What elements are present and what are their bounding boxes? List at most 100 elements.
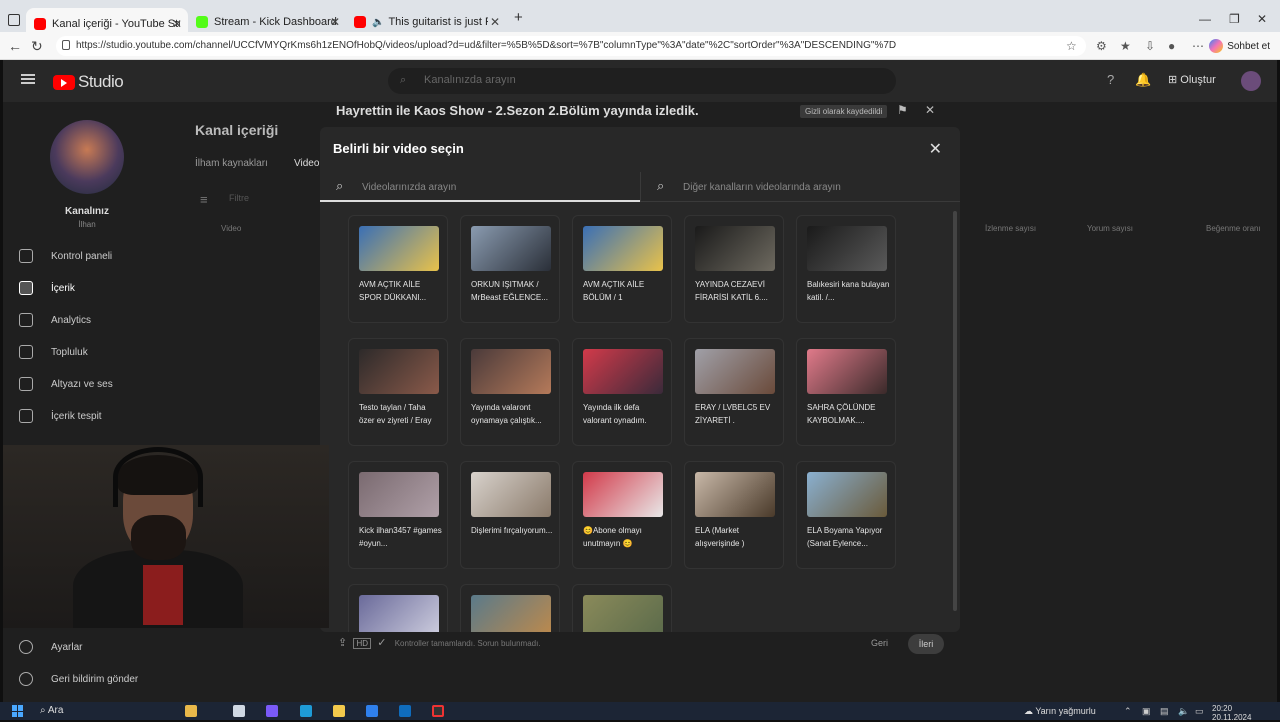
- video-thumbnail: [583, 472, 663, 517]
- copilot-app-icon[interactable]: [266, 705, 278, 717]
- video-card[interactable]: Yayında valaront oynamaya çalıştık...: [460, 338, 560, 446]
- window-menu-icon[interactable]: [8, 14, 20, 26]
- sidebar-item-analytics[interactable]: Analytics: [19, 310, 91, 330]
- speaker-icon[interactable]: 🔈: [372, 17, 384, 28]
- video-card[interactable]: SAHRA ÇÖLÜNDE KAYBOLMAK....: [796, 338, 896, 446]
- refresh-icon[interactable]: ↻: [31, 38, 43, 55]
- video-card[interactable]: AVM AÇTIK AİLE BÖLÜM / 1: [572, 215, 672, 323]
- sidebar-item-settings[interactable]: Ayarlar: [19, 640, 83, 654]
- video-title: ELA (Market alışverişinde ): [695, 526, 745, 548]
- video-card[interactable]: Dişlerimi fırçalıyorum...: [460, 461, 560, 569]
- video-thumbnail: [583, 226, 663, 271]
- video-card[interactable]: Balıkesiri kana bulayan katil. /...: [796, 215, 896, 323]
- file-explorer-icon[interactable]: [333, 705, 345, 717]
- video-card[interactable]: AVM AÇTIK AİLE SPOR DÜKKANI...: [348, 215, 448, 323]
- notifications-icon[interactable]: 🔔: [1135, 72, 1151, 88]
- webcam-overlay: [3, 445, 329, 628]
- tab-video[interactable]: Video: [294, 158, 319, 169]
- obs-app-icon[interactable]: [432, 705, 444, 717]
- video-thumbnail: [695, 349, 775, 394]
- menu-icon[interactable]: [21, 74, 35, 84]
- tray-app-icon[interactable]: ▣: [1142, 706, 1151, 717]
- video-card[interactable]: [572, 584, 672, 632]
- filter-icon[interactable]: ≡: [200, 192, 208, 207]
- close-tab-icon[interactable]: ✕: [490, 15, 500, 29]
- search-icon: ⌕: [657, 178, 665, 193]
- sidebar-item-copyright[interactable]: İçerik tespit: [19, 406, 102, 426]
- close-tab-icon[interactable]: ✕: [330, 15, 340, 29]
- studio-logo[interactable]: Studio: [53, 72, 124, 92]
- video-card[interactable]: ELA (Market alışverişinde ): [684, 461, 784, 569]
- sidebar-item-subtitles[interactable]: Altyazı ve ses: [19, 374, 113, 394]
- profile-icon[interactable]: ●: [1168, 39, 1175, 53]
- video-title: Testo taylan / Taha özer ev ziyreti / Er…: [359, 403, 432, 425]
- copilot-chat-button[interactable]: Sohbet et: [1209, 39, 1270, 53]
- video-title: AVM AÇTIK AİLE SPOR DÜKKANI...: [359, 280, 427, 302]
- task-view-icon[interactable]: [233, 705, 245, 717]
- favorites-icon[interactable]: ★: [1120, 39, 1131, 53]
- weather-widget[interactable]: ☁ Yarın yağmurlu: [1024, 706, 1096, 717]
- video-thumbnail: [583, 349, 663, 394]
- video-title: 😊Abone olmayı unutmayın 😊: [583, 526, 642, 548]
- video-card[interactable]: Testo taylan / Taha özer ev ziyreti / Er…: [348, 338, 448, 446]
- headset-icon: [113, 447, 203, 507]
- url-field[interactable]: https://studio.youtube.com/channel/UCCfV…: [56, 36, 1086, 56]
- video-card[interactable]: Yayında ilk defa valorant oynadım.: [572, 338, 672, 446]
- video-card[interactable]: ORKUN IŞITMAK / MrBeast EĞLENCE...: [460, 215, 560, 323]
- video-card[interactable]: [460, 584, 560, 632]
- video-card[interactable]: 😊Abone olmayı unutmayın 😊: [572, 461, 672, 569]
- feedback-icon[interactable]: ⚑: [897, 103, 908, 117]
- battery-icon[interactable]: ▭: [1195, 706, 1204, 717]
- video-card[interactable]: Kick ilhan3457 #games #oyun...: [348, 461, 448, 569]
- mail-app-icon[interactable]: [399, 705, 411, 717]
- back-button[interactable]: Geri: [871, 638, 888, 648]
- video-thumbnail: [359, 349, 439, 394]
- volume-icon[interactable]: 🔈: [1178, 706, 1189, 717]
- downloads-icon[interactable]: ⇩: [1145, 39, 1155, 53]
- search-other-videos-input[interactable]: ⌕ Diğer kanalların videolarında arayın: [640, 172, 960, 202]
- channel-avatar[interactable]: [50, 120, 124, 194]
- sidebar-item-feedback[interactable]: Geri bildirim gönder: [19, 672, 138, 686]
- video-card[interactable]: ELA Boyama Yapıyor (Sanat Eylence...: [796, 461, 896, 569]
- video-thumbnail: [807, 349, 887, 394]
- lock-icon: [62, 40, 70, 50]
- create-button[interactable]: ⊞ Oluştur: [1168, 73, 1216, 86]
- taskbar-search[interactable]: ⌕ Ara: [40, 705, 63, 716]
- modal-scrollbar[interactable]: [953, 211, 957, 611]
- minimize-icon[interactable]: —: [1199, 12, 1211, 26]
- next-button[interactable]: İleri: [908, 634, 944, 654]
- sidebar-item-content[interactable]: İçerik: [19, 278, 75, 298]
- video-thumbnail: [471, 472, 551, 517]
- start-button[interactable]: [12, 705, 24, 717]
- video-title: Yayında ilk defa valorant oynadım.: [583, 403, 647, 425]
- account-avatar[interactable]: [1241, 71, 1261, 91]
- sidebar-item-community[interactable]: Topluluk: [19, 342, 88, 362]
- network-icon[interactable]: ▤: [1160, 706, 1169, 717]
- search-own-videos-input[interactable]: ⌕ Videolarınızda arayın: [320, 172, 640, 202]
- close-window-icon[interactable]: ✕: [1257, 12, 1267, 26]
- video-card[interactable]: YAYINDA CEZAEVİ FİRARİSİ KATİL 6....: [684, 215, 784, 323]
- community-icon: [19, 345, 33, 359]
- edge-app-icon[interactable]: [300, 705, 312, 717]
- back-icon[interactable]: ←: [8, 38, 22, 54]
- widgets-icon[interactable]: [185, 705, 197, 717]
- tab-inspiration[interactable]: İlham kaynakları: [195, 158, 268, 169]
- help-icon[interactable]: ?: [1107, 72, 1114, 87]
- new-tab-button[interactable]: +: [514, 9, 523, 26]
- more-icon[interactable]: ⋯: [1192, 39, 1204, 53]
- extensions-icon[interactable]: ⚙: [1096, 39, 1107, 53]
- video-thumbnail: [807, 472, 887, 517]
- channel-search-input[interactable]: ⌕ Kanalınızda arayın: [388, 68, 896, 94]
- close-tab-icon[interactable]: ✕: [172, 17, 182, 31]
- store-app-icon[interactable]: [366, 705, 378, 717]
- tray-chevron-icon[interactable]: ⌃: [1124, 706, 1132, 717]
- favorite-star-icon[interactable]: ☆: [1066, 39, 1077, 53]
- video-card[interactable]: ERAY / LVBELC5 EV ZİYARETİ .: [684, 338, 784, 446]
- close-modal-icon[interactable]: ✕: [929, 139, 942, 159]
- taskbar-clock[interactable]: 20:20 20.11.2024: [1212, 704, 1251, 722]
- video-card[interactable]: [348, 584, 448, 632]
- video-title: Yayında valaront oynamaya çalıştık...: [471, 403, 542, 425]
- maximize-icon[interactable]: ❐: [1229, 12, 1240, 26]
- sidebar-item-dashboard[interactable]: Kontrol paneli: [19, 246, 112, 266]
- close-upload-icon[interactable]: ✕: [925, 103, 935, 117]
